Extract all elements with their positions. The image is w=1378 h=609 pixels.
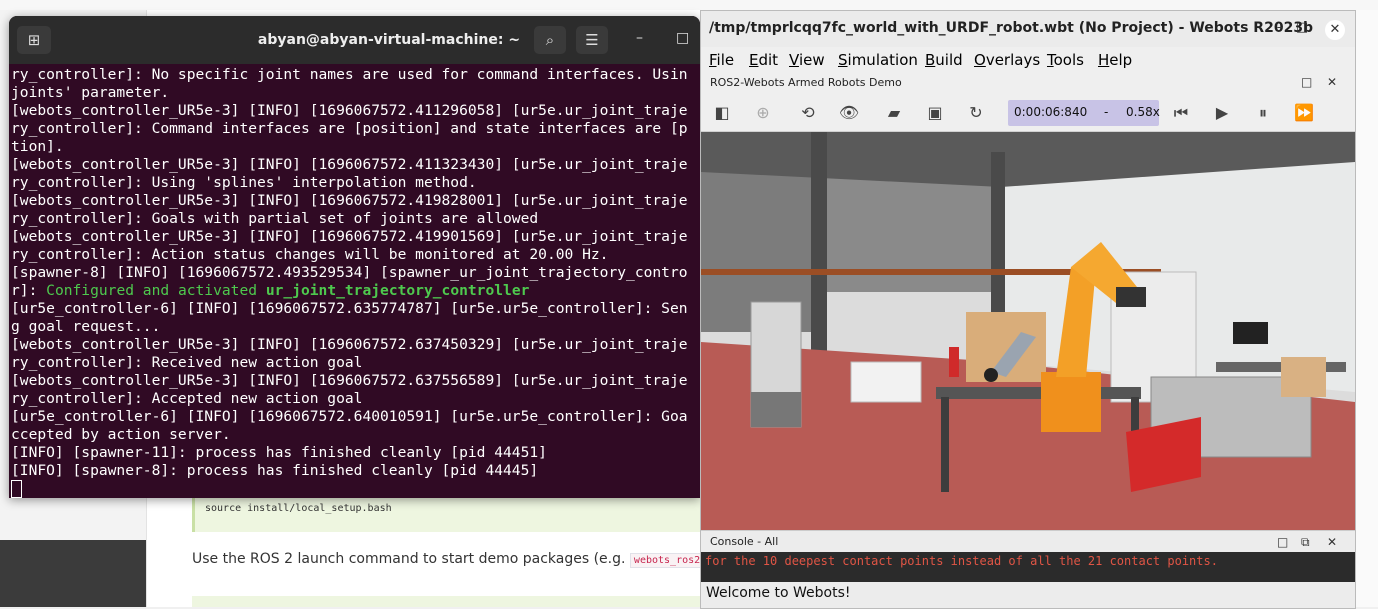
terminal-line: [webots_controller_UR5e-3] [INFO] [16960…	[11, 372, 688, 389]
console-message: for the 10 deepest contact points instea…	[705, 554, 1218, 568]
console-output[interactable]: for the 10 deepest contact points instea…	[701, 552, 1355, 582]
scene-render	[701, 132, 1355, 530]
simulation-time-display: 0:00:06:840 - 0.58x	[1008, 100, 1160, 126]
terminal-line: ry_controller]: Goals with partial set o…	[11, 210, 539, 227]
code-line: source install/local_setup.bash	[205, 503, 392, 514]
close-icon[interactable]: ✕	[1327, 535, 1337, 549]
terminal-output[interactable]: ry_controller]: No specific joint names …	[11, 66, 700, 498]
terminal-cursor	[11, 480, 22, 498]
menu-file[interactable]: File	[709, 51, 734, 69]
terminal-line: [webots_controller_UR5e-3] [INFO] [16960…	[11, 228, 688, 245]
robot-gripper	[1116, 287, 1146, 307]
console-header: Console - All □ ⧉ ✕	[701, 530, 1355, 553]
monitor	[1233, 322, 1268, 344]
radiator	[850, 361, 922, 403]
code-block: source install/local_setup.bash	[192, 498, 705, 532]
line-status: Configured and activated	[46, 282, 266, 299]
viewpoint-icon[interactable]: ⟲	[796, 101, 820, 125]
terminal-line: joints' parameter.	[11, 84, 170, 101]
close-icon[interactable]: ✕	[1325, 20, 1345, 40]
maximize-icon[interactable]: □	[676, 30, 689, 46]
menu-edit[interactable]: Edit	[749, 51, 778, 69]
docs-paragraph: Use the ROS 2 launch command to start de…	[192, 551, 747, 568]
undock-icon[interactable]: ⧉	[1301, 535, 1310, 550]
maximize-icon[interactable]: □	[1291, 20, 1313, 40]
webots-window[interactable]: /tmp/tmprlcqq7fc_world_with_URDF_robot.w…	[700, 10, 1356, 609]
terminal-line: [ur5e_controller-6] [INFO] [1696067572.6…	[11, 300, 688, 317]
search-icon[interactable]: ⌕	[534, 26, 566, 54]
table-top	[936, 387, 1141, 399]
status-bar: Welcome to Webots!	[701, 582, 1355, 608]
browser-scroll-area[interactable]	[1354, 10, 1378, 607]
open-world-icon[interactable]: ▰	[882, 101, 906, 125]
step-icon[interactable]: ▶	[1210, 101, 1234, 125]
menu-build[interactable]: Build	[925, 51, 963, 69]
terminal-line: ry_controller]: Accepted new action goal	[11, 390, 363, 407]
simulation-time: 0:00:06:840	[1014, 105, 1088, 119]
scene-tree-toggle-icon[interactable]: ◧	[710, 101, 734, 125]
terminal-line-colored: r]: Configured and activated ur_joint_tr…	[11, 282, 700, 300]
terminal-window[interactable]: ⊞ abyan@abyan-virtual-machine: ~ ⌕ ☰ – □…	[9, 16, 700, 498]
menu-bar: File Edit View Simulation Build Overlays…	[701, 47, 1355, 73]
terminal-header[interactable]: ⊞ abyan@abyan-virtual-machine: ~ ⌕ ☰ – □	[9, 16, 700, 64]
reset-simulation-icon[interactable]: ⏮	[1169, 101, 1193, 125]
menu-tools[interactable]: Tools	[1047, 51, 1084, 69]
window-title: /tmp/tmprlcqq7fc_world_with_URDF_robot.w…	[709, 20, 1314, 36]
minimize-icon[interactable]: –	[1269, 20, 1291, 40]
terminal-line: [INFO] [spawner-11]: process has finishe…	[11, 444, 547, 461]
simulation-speed: 0.58x	[1126, 105, 1160, 119]
terminal-line: ry_controller]: Using 'splines' interpol…	[11, 174, 477, 191]
browser-sidebar-footer	[0, 540, 146, 607]
float-icon[interactable]: □	[1277, 535, 1288, 549]
menu-help[interactable]: Help	[1098, 51, 1132, 69]
terminal-line: tion].	[11, 138, 64, 155]
terminal-line: ry_controller]: Received new action goal	[11, 354, 363, 371]
terminal-line: ry_controller]: No specific joint names …	[11, 66, 688, 83]
terminal-line: [INFO] [spawner-8]: process has finished…	[11, 462, 539, 479]
fire-extinguisher	[949, 347, 959, 377]
fast-forward-icon[interactable]: ⏩	[1292, 101, 1316, 125]
pause-icon[interactable]: ⏸	[1251, 101, 1275, 125]
desk-box	[1281, 357, 1326, 397]
cabinet-base	[751, 392, 801, 427]
terminal-line: [spawner-8] [INFO] [1696067572.493529534…	[11, 264, 688, 281]
menu-overlays[interactable]: Overlays	[974, 51, 1040, 69]
console-title: Console - All	[710, 535, 779, 548]
terminal-line: ccepted by action server.	[11, 426, 231, 443]
terminal-line: [webots_controller_UR5e-3] [INFO] [16960…	[11, 336, 688, 353]
prompt-line[interactable]	[11, 480, 700, 498]
add-node-icon[interactable]: ⊕	[751, 101, 775, 125]
toolbar: ◧ ⊕ ⟲ 👁 ▰ ▣ ↻ 0:00:06:840 - 0.58x ⏮ ▶ ⏸ …	[701, 95, 1355, 132]
scene-panel-header: ROS2-Webots Armed Robots Demo □ ✕	[701, 73, 1355, 95]
controller-name: ur_joint_trajectory_controller	[265, 282, 530, 299]
menu-view[interactable]: View	[789, 51, 825, 69]
robot-base	[1041, 372, 1101, 432]
minimize-icon[interactable]: –	[636, 30, 643, 46]
3d-scene-view[interactable]	[701, 132, 1355, 530]
line-prefix: r]:	[11, 282, 47, 299]
hamburger-icon[interactable]: ☰	[576, 26, 608, 54]
menu-simulation[interactable]: Simulation	[838, 51, 918, 69]
close-icon[interactable]: ✕	[1327, 75, 1337, 89]
terminal-line: [webots_controller_UR5e-3] [INFO] [16960…	[11, 102, 688, 119]
table-leg	[941, 397, 949, 492]
code-block-2	[192, 596, 702, 607]
reload-icon[interactable]: ↻	[964, 101, 988, 125]
eye-icon[interactable]: 👁	[837, 101, 861, 125]
scene-title: ROS2-Webots Armed Robots Demo	[710, 76, 902, 89]
status-text: Welcome to Webots!	[706, 585, 851, 601]
terminal-line: [webots_controller_UR5e-3] [INFO] [16960…	[11, 156, 688, 173]
terminal-line: ry_controller]: Command interfaces are […	[11, 120, 688, 137]
terminal-line: [ur5e_controller-6] [INFO] [1696067572.6…	[11, 408, 688, 425]
save-icon[interactable]: ▣	[923, 101, 947, 125]
paragraph-text: Use the ROS 2 launch command to start de…	[192, 551, 626, 567]
ur5e-joint	[984, 368, 998, 382]
time-separator: -	[1104, 105, 1109, 119]
terminal-line: [webots_controller_UR5e-3] [INFO] [16960…	[11, 192, 688, 209]
terminal-line: ry_controller]: Action status changes wi…	[11, 246, 609, 263]
terminal-line: g goal request...	[11, 318, 161, 335]
float-icon[interactable]: □	[1301, 75, 1312, 89]
webots-titlebar[interactable]: /tmp/tmprlcqq7fc_world_with_URDF_robot.w…	[701, 11, 1355, 47]
